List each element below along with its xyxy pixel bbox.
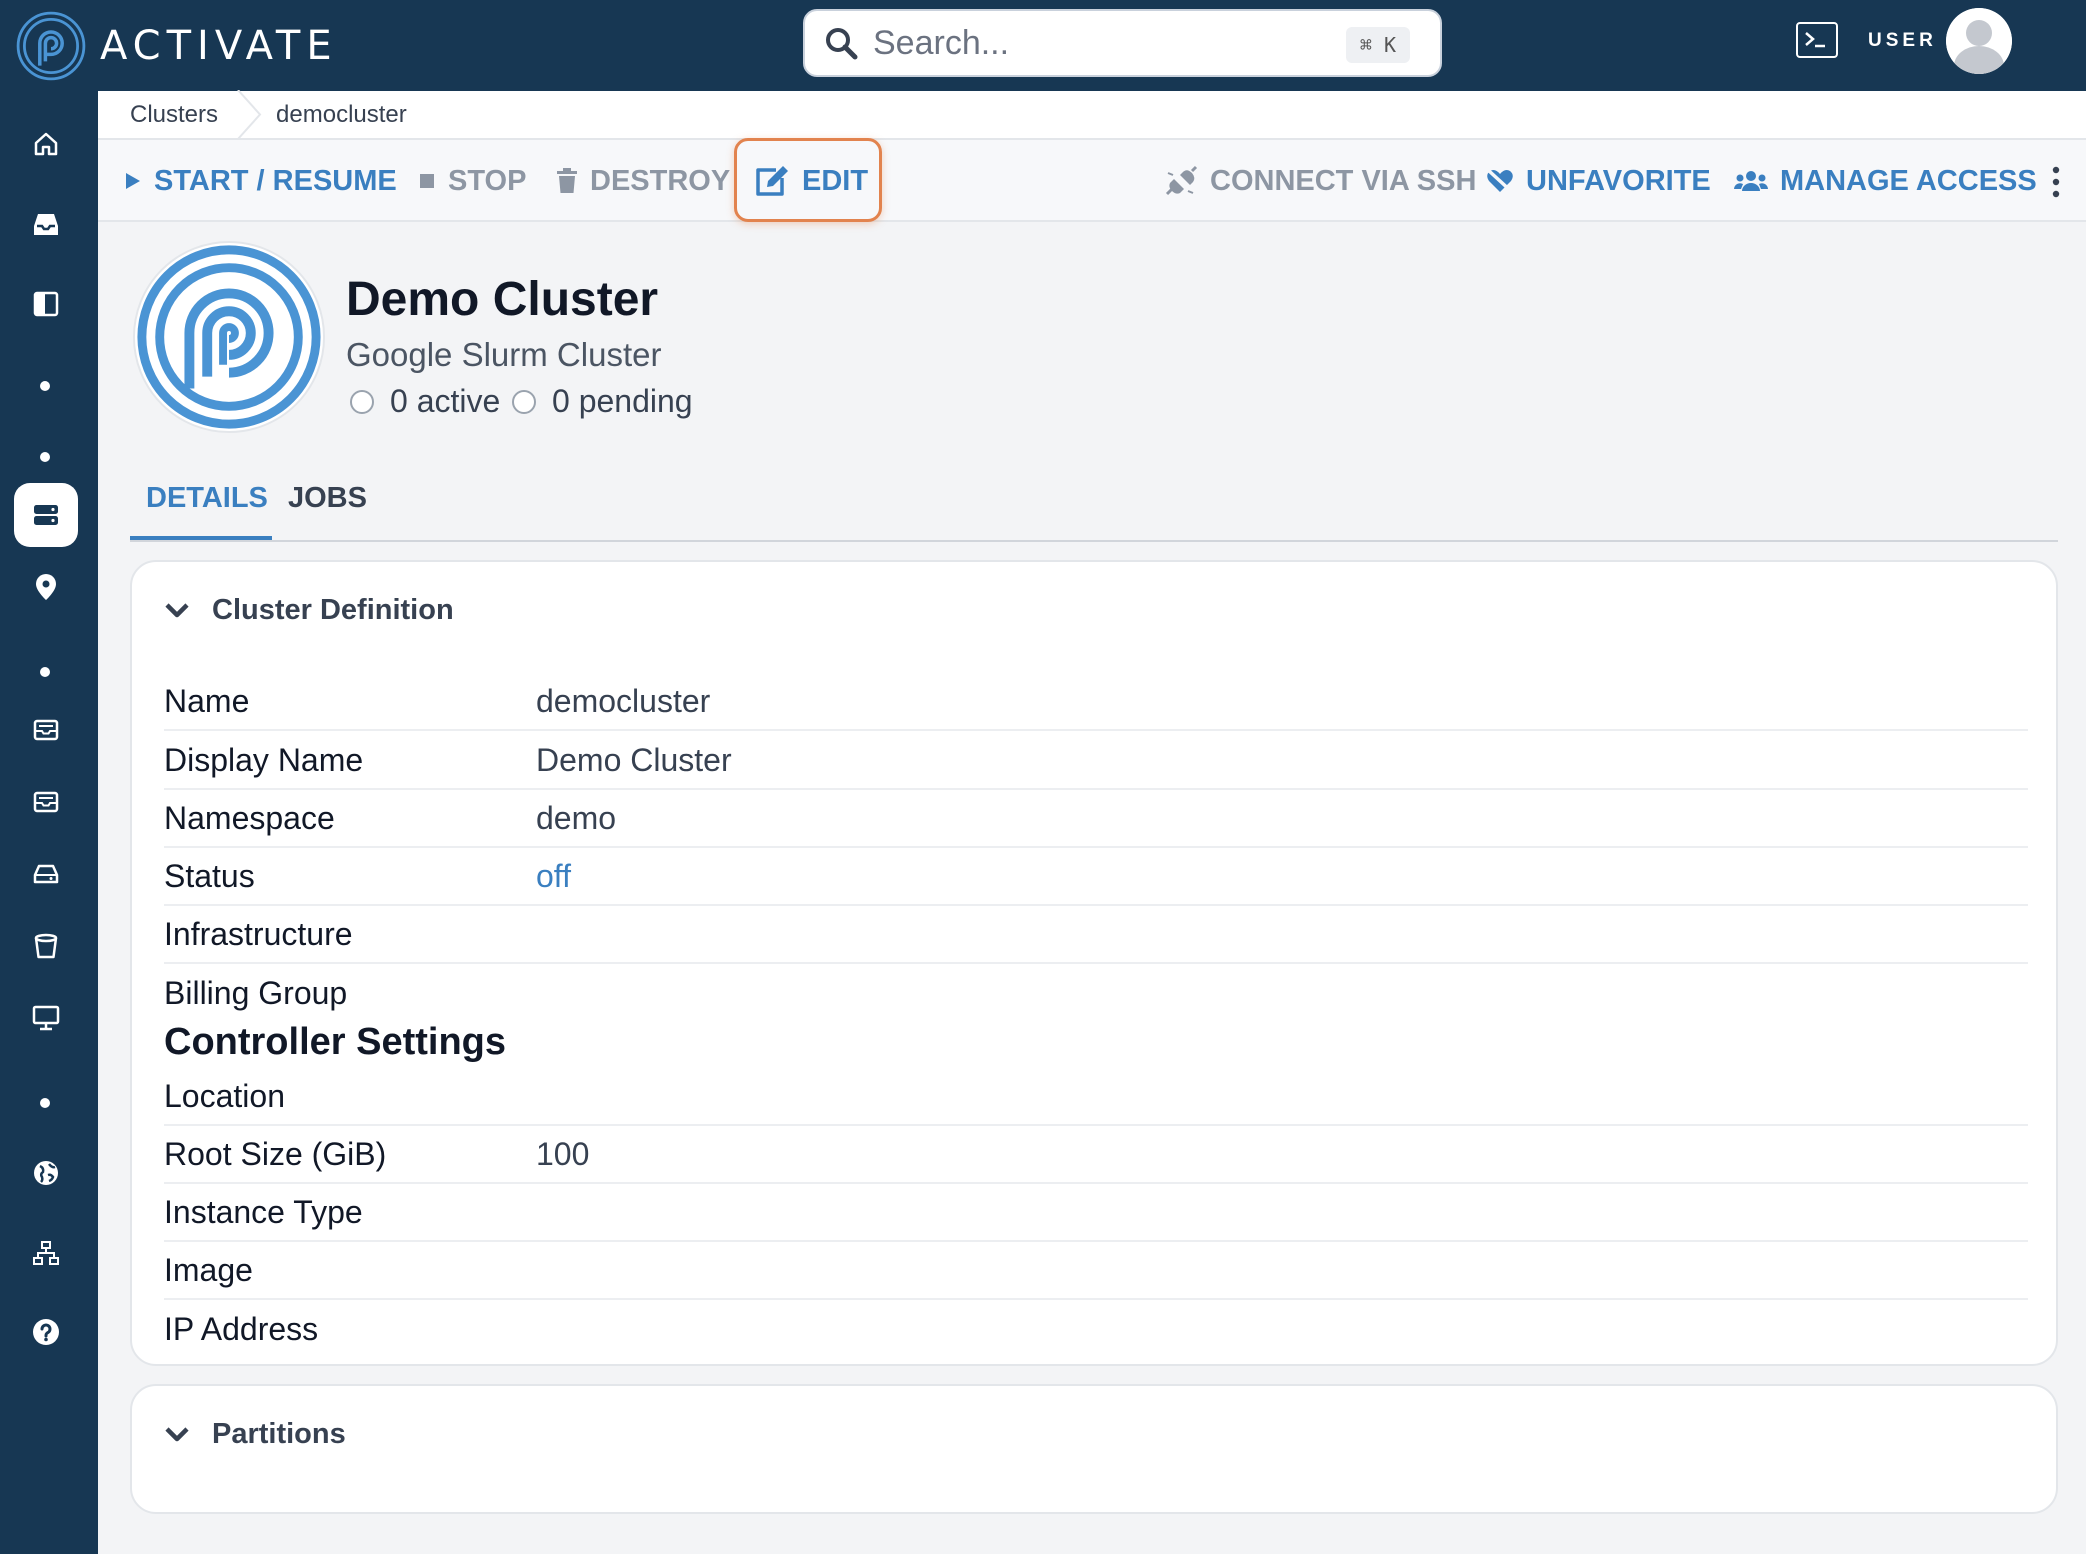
sidebar-item-panel[interactable] bbox=[14, 272, 78, 336]
destroy-button[interactable]: DESTROY bbox=[556, 140, 730, 222]
server-icon bbox=[34, 505, 58, 525]
stop-icon bbox=[420, 174, 434, 188]
unplug-icon bbox=[1165, 165, 1198, 196]
detail-row-status: Status off bbox=[164, 848, 2028, 906]
cluster-logo-icon bbox=[132, 240, 326, 434]
sidebar-separator-dot bbox=[40, 667, 50, 677]
cluster-title: Demo Cluster bbox=[346, 273, 659, 326]
action-bar: START / RESUME STOP DESTROY EDIT CONNECT… bbox=[98, 138, 2086, 222]
sidebar-item-inbox[interactable] bbox=[14, 192, 78, 256]
partitions-card: Partitions bbox=[130, 1384, 2058, 1514]
detail-row-billing-group: Billing Group bbox=[164, 974, 348, 1011]
storage-icon bbox=[33, 719, 59, 741]
unfavorite-button[interactable]: UNFAVORITE bbox=[1486, 140, 1711, 222]
desktop-icon bbox=[32, 1005, 60, 1031]
activate-logo-icon bbox=[16, 11, 86, 80]
sidebar-separator-dot bbox=[40, 452, 50, 462]
active-count: 0 active bbox=[350, 383, 500, 420]
help-icon bbox=[33, 1319, 59, 1345]
users-icon bbox=[1734, 171, 1768, 191]
detail-row-instance-type: Instance Type bbox=[164, 1184, 2028, 1242]
search-input[interactable] bbox=[873, 23, 1313, 63]
network-icon bbox=[33, 1241, 59, 1265]
brand[interactable]: ACTIVATE bbox=[16, 11, 338, 81]
edit-icon bbox=[756, 166, 788, 196]
status-circle-icon bbox=[350, 389, 374, 414]
heart-slash-icon bbox=[1486, 168, 1514, 194]
status-value[interactable]: off bbox=[536, 858, 571, 895]
search-box[interactable]: ⌘ K bbox=[803, 9, 1442, 77]
user-label[interactable]: USER bbox=[1868, 30, 1937, 52]
tab-bar: DETAILS JOBS bbox=[130, 474, 2058, 542]
connect-ssh-button[interactable]: CONNECT VIA SSH bbox=[1164, 140, 1476, 222]
avatar[interactable] bbox=[1946, 8, 2012, 74]
detail-row-location: Location bbox=[164, 1068, 2028, 1126]
sidebar-item-clusters[interactable] bbox=[14, 483, 78, 547]
edit-button[interactable]: EDIT bbox=[754, 140, 868, 222]
cluster-definition-toggle[interactable]: Cluster Definition bbox=[164, 594, 454, 627]
pending-count: 0 pending bbox=[512, 383, 693, 420]
home-icon bbox=[34, 132, 58, 156]
storage-icon bbox=[33, 791, 59, 813]
manage-access-button[interactable]: MANAGE ACCESS bbox=[1734, 140, 2037, 222]
drive-icon bbox=[33, 864, 59, 884]
detail-row-namespace: Namespace demo bbox=[164, 790, 2028, 848]
brand-name: ACTIVATE bbox=[100, 22, 338, 69]
status-circle-icon bbox=[512, 389, 536, 414]
terminal-icon[interactable] bbox=[1796, 22, 1838, 58]
tab-details[interactable]: DETAILS bbox=[146, 482, 268, 540]
cluster-definition-card: Cluster Definition Name democluster Disp… bbox=[130, 560, 2058, 1366]
sidebar-item-storage-2[interactable] bbox=[14, 770, 78, 834]
sidebar-item-storage-1[interactable] bbox=[14, 698, 78, 762]
sidebar-item-buckets[interactable] bbox=[14, 914, 78, 978]
sidebar-item-networks[interactable] bbox=[14, 1141, 78, 1205]
panel-icon bbox=[33, 291, 59, 317]
sidebar-separator-dot bbox=[40, 381, 50, 391]
detail-row-name: Name democluster bbox=[164, 673, 2028, 731]
sidebar-item-drives[interactable] bbox=[14, 842, 78, 906]
detail-row-display-name: Display Name Demo Cluster bbox=[164, 732, 2028, 790]
sidebar-separator-dot bbox=[40, 1098, 50, 1108]
breadcrumb-clusters[interactable]: Clusters bbox=[130, 101, 218, 129]
stop-button[interactable]: STOP bbox=[418, 140, 526, 222]
tab-active-indicator bbox=[130, 536, 272, 540]
play-icon bbox=[126, 173, 140, 189]
tab-jobs[interactable]: JOBS bbox=[288, 482, 367, 540]
breadcrumb-current: democluster bbox=[276, 100, 407, 128]
top-bar: ACTIVATE ⌘ K USER bbox=[0, 0, 2086, 91]
breadcrumb: Clusters democluster bbox=[98, 90, 2086, 140]
sidebar-item-network[interactable] bbox=[14, 1221, 78, 1285]
chevron-down-icon bbox=[165, 1426, 189, 1441]
sidebar-item-home[interactable] bbox=[14, 112, 78, 176]
cluster-subtitle: Google Slurm Cluster bbox=[346, 336, 662, 373]
sidebar-item-locations[interactable] bbox=[14, 555, 78, 619]
search-icon bbox=[826, 28, 858, 60]
breadcrumb-separator-icon bbox=[237, 90, 262, 139]
more-options-icon[interactable] bbox=[2050, 166, 2062, 198]
detail-row-image: Image bbox=[164, 1242, 2028, 1300]
detail-row-infrastructure: Infrastructure bbox=[164, 906, 2028, 964]
detail-row-ip-address: IP Address bbox=[164, 1310, 319, 1347]
inbox-icon bbox=[34, 214, 58, 235]
partitions-toggle[interactable]: Partitions bbox=[164, 1418, 346, 1451]
globe-icon bbox=[34, 1161, 58, 1185]
location-pin-icon bbox=[36, 574, 56, 600]
detail-row-root-size: Root Size (GiB) 100 bbox=[164, 1126, 2028, 1184]
search-shortcut: ⌘ K bbox=[1345, 27, 1410, 63]
start-resume-button[interactable]: START / RESUME bbox=[124, 140, 397, 222]
sidebar-item-desktops[interactable] bbox=[14, 986, 78, 1050]
chevron-down-icon bbox=[165, 602, 189, 617]
trash-icon bbox=[557, 168, 577, 193]
bucket-icon bbox=[34, 933, 58, 959]
controller-settings-heading: Controller Settings bbox=[164, 1021, 507, 1063]
sidebar bbox=[0, 91, 98, 1554]
sidebar-item-help[interactable] bbox=[14, 1300, 78, 1364]
